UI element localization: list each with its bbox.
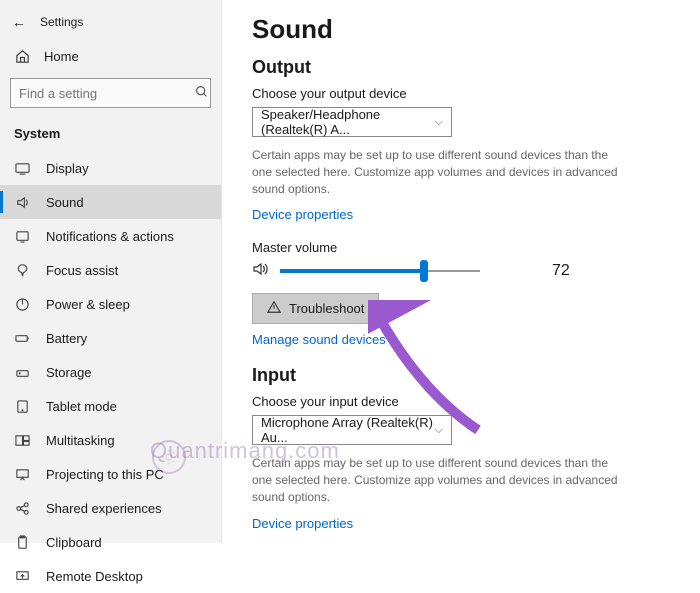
sidebar-item-label: Display xyxy=(46,161,89,176)
output-device-value: Speaker/Headphone (Realtek(R) A... xyxy=(261,107,435,137)
sidebar-item-tablet[interactable]: Tablet mode xyxy=(0,389,221,423)
input-device-value: Microphone Array (Realtek(R) Au... xyxy=(261,415,435,445)
sidebar-item-remote[interactable]: Remote Desktop xyxy=(0,559,221,593)
battery-icon xyxy=(14,330,30,346)
volume-value: 72 xyxy=(552,262,570,280)
input-heading: Input xyxy=(252,365,670,386)
back-icon[interactable]: ← xyxy=(12,14,26,30)
remote-icon xyxy=(14,568,30,584)
input-desc: Certain apps may be set up to use differ… xyxy=(252,455,622,505)
sidebar-item-label: Home xyxy=(44,49,79,64)
output-heading: Output xyxy=(252,57,670,78)
sidebar-item-label: Clipboard xyxy=(46,535,102,550)
chevron-down-icon: ⌵ xyxy=(435,116,443,129)
focus-icon xyxy=(14,262,30,278)
home-icon xyxy=(14,48,30,64)
input-device-combo[interactable]: Microphone Array (Realtek(R) Au... ⌵ xyxy=(252,415,452,445)
sound-icon xyxy=(14,194,30,210)
sidebar-item-label: Sound xyxy=(46,195,84,210)
manage-sound-link[interactable]: Manage sound devices xyxy=(252,332,670,347)
input-choose-label: Choose your input device xyxy=(252,394,670,409)
projecting-icon xyxy=(14,466,30,482)
slider-thumb[interactable] xyxy=(420,260,428,282)
output-device-properties-link[interactable]: Device properties xyxy=(252,207,353,222)
tablet-icon xyxy=(14,398,30,414)
sidebar-item-clipboard[interactable]: Clipboard xyxy=(0,525,221,559)
chevron-down-icon: ⌵ xyxy=(435,424,443,437)
master-volume-label: Master volume xyxy=(252,240,670,255)
sidebar: ← Settings Home System Display Sound Not… xyxy=(0,0,222,543)
sidebar-item-display[interactable]: Display xyxy=(0,151,221,185)
storage-icon xyxy=(14,364,30,380)
sidebar-item-projecting[interactable]: Projecting to this PC xyxy=(0,457,221,491)
search-field[interactable] xyxy=(19,86,195,101)
input-device-properties-link[interactable]: Device properties xyxy=(252,516,353,531)
sidebar-item-notifications[interactable]: Notifications & actions xyxy=(0,219,221,253)
sidebar-item-label: Notifications & actions xyxy=(46,229,174,244)
sidebar-header: ← Settings xyxy=(0,10,221,40)
main-content: Sound Output Choose your output device S… xyxy=(222,0,700,543)
sidebar-item-label: Focus assist xyxy=(46,263,118,278)
volume-slider[interactable] xyxy=(280,261,480,281)
app-title: Settings xyxy=(40,15,83,29)
sidebar-item-label: Shared experiences xyxy=(46,501,162,516)
category-header: System xyxy=(0,118,221,151)
sidebar-item-shared[interactable]: Shared experiences xyxy=(0,491,221,525)
speaker-icon[interactable] xyxy=(252,261,268,281)
power-icon xyxy=(14,296,30,312)
sidebar-item-label: Power & sleep xyxy=(46,297,130,312)
troubleshoot-button[interactable]: Troubleshoot xyxy=(252,293,379,324)
page-title: Sound xyxy=(252,14,670,45)
troubleshoot-label: Troubleshoot xyxy=(289,301,364,316)
sidebar-item-battery[interactable]: Battery xyxy=(0,321,221,355)
multitasking-icon xyxy=(14,432,30,448)
sidebar-item-label: Remote Desktop xyxy=(46,569,143,584)
display-icon xyxy=(14,160,30,176)
sidebar-item-label: Multitasking xyxy=(46,433,115,448)
sidebar-item-label: Projecting to this PC xyxy=(46,467,164,482)
sidebar-item-multitasking[interactable]: Multitasking xyxy=(0,423,221,457)
sidebar-item-sound[interactable]: Sound xyxy=(0,185,221,219)
clipboard-icon xyxy=(14,534,30,550)
search-input[interactable] xyxy=(10,78,211,108)
output-device-combo[interactable]: Speaker/Headphone (Realtek(R) A... ⌵ xyxy=(252,107,452,137)
search-icon xyxy=(195,85,208,101)
sidebar-item-label: Battery xyxy=(46,331,87,346)
search-wrap xyxy=(0,72,221,118)
sidebar-item-power[interactable]: Power & sleep xyxy=(0,287,221,321)
sidebar-item-storage[interactable]: Storage xyxy=(0,355,221,389)
warning-icon xyxy=(267,300,281,317)
shared-icon xyxy=(14,500,30,516)
output-choose-label: Choose your output device xyxy=(252,86,670,101)
sidebar-item-label: Tablet mode xyxy=(46,399,117,414)
sidebar-item-home[interactable]: Home xyxy=(0,40,221,72)
output-desc: Certain apps may be set up to use differ… xyxy=(252,147,622,197)
notifications-icon xyxy=(14,228,30,244)
sidebar-item-focus-assist[interactable]: Focus assist xyxy=(0,253,221,287)
volume-row: 72 xyxy=(252,261,670,281)
sidebar-item-label: Storage xyxy=(46,365,92,380)
